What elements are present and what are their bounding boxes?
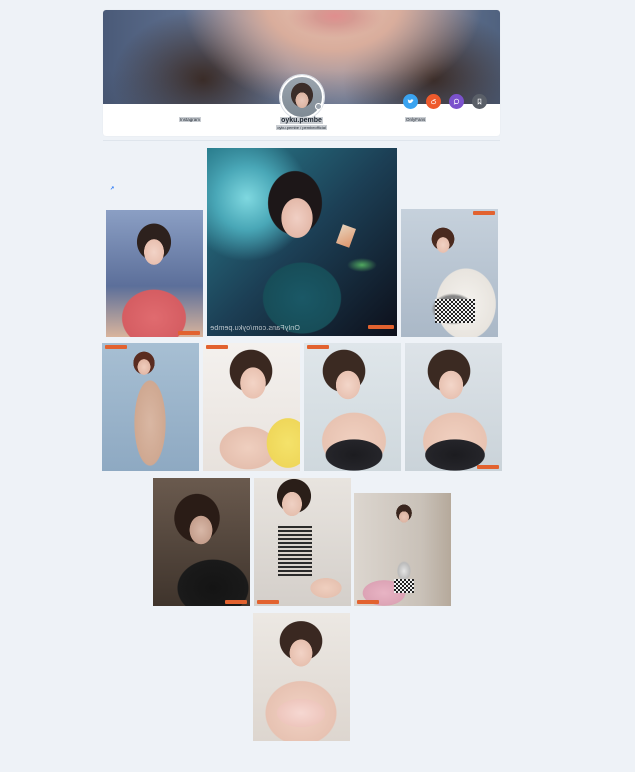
profile-card: Instagram oyku.pembe oyku.pembe / pembeo… xyxy=(103,10,500,136)
gallery-photo[interactable] xyxy=(354,493,451,606)
watermark-badge xyxy=(206,345,228,349)
gallery-photo-featured[interactable]: OnlyFans.com/oyku.pembe xyxy=(207,148,397,336)
onlyfans-link[interactable]: OnlyFans xyxy=(405,117,427,123)
gallery-photo[interactable] xyxy=(405,343,502,471)
light-prop xyxy=(336,224,356,248)
gallery-photo[interactable] xyxy=(102,343,199,471)
online-status-dot xyxy=(315,103,322,110)
gallery-photo[interactable] xyxy=(153,478,250,606)
section-divider xyxy=(103,140,500,141)
featured-caption: OnlyFans.com/oyku.pembe xyxy=(210,325,300,332)
gallery-photo[interactable] xyxy=(401,209,498,337)
watermark-badge xyxy=(178,331,200,335)
gallery-photo[interactable] xyxy=(254,478,351,606)
watermark-badge xyxy=(368,325,394,329)
expand-link-icon[interactable] xyxy=(110,186,114,190)
gallery-photo[interactable] xyxy=(106,210,203,337)
watermark-badge xyxy=(357,600,379,604)
watermark-badge xyxy=(105,345,127,349)
onlyfans-link-label: OnlyFans xyxy=(405,117,427,122)
watermark-badge xyxy=(307,345,329,349)
twitter-icon[interactable] xyxy=(403,94,418,109)
chat-icon[interactable] xyxy=(449,94,464,109)
watermark-badge xyxy=(225,600,247,604)
gallery-photo[interactable] xyxy=(304,343,401,471)
reddit-icon[interactable] xyxy=(426,94,441,109)
checkered-skirt xyxy=(394,579,414,593)
gallery-photo[interactable] xyxy=(203,343,300,471)
avatar[interactable] xyxy=(280,75,324,119)
watermark-badge xyxy=(257,600,279,604)
gallery-photo[interactable] xyxy=(253,613,350,741)
profile-subtitle: oyku.pembe / pembeofficial xyxy=(276,125,327,130)
watermark-badge xyxy=(473,211,495,215)
bookmark-icon[interactable] xyxy=(472,94,487,109)
profile-name: oyku.pembe xyxy=(280,117,323,124)
checkered-skirt xyxy=(435,299,475,323)
watermark-badge xyxy=(477,465,499,469)
